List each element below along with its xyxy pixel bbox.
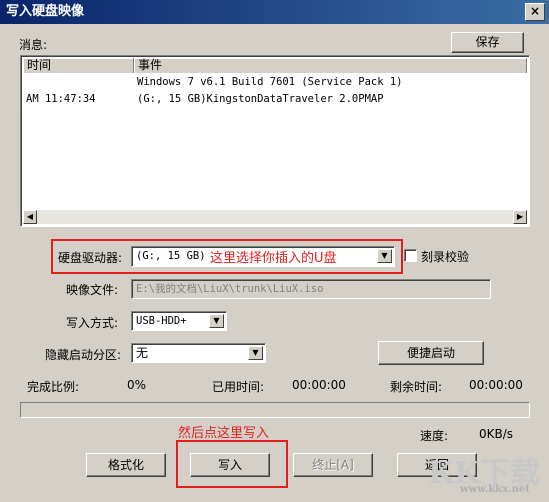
- write-mode-select[interactable]: USB-HDD+ ▼: [131, 311, 227, 331]
- chevron-down-icon[interactable]: ▼: [248, 346, 263, 360]
- log-row[interactable]: AM 11:47:34 (G:, 15 GB)KingstonDataTrave…: [23, 91, 527, 108]
- elapsed-label: 已用时间:: [212, 380, 265, 394]
- hidden-partition-value: 无: [136, 346, 149, 360]
- save-button[interactable]: 保存: [451, 32, 524, 53]
- percent-value: 0%: [127, 378, 147, 392]
- log-event: Windows 7 v6.1 Build 7601 (Service Pack …: [137, 76, 403, 88]
- horizontal-scrollbar[interactable]: ◀ ▶: [23, 210, 527, 224]
- log-event: (G:, 15 GB)KingstonDataTraveler 2.0PMAP: [137, 93, 384, 105]
- drive-label: 硬盘驱动器:: [58, 251, 123, 265]
- chevron-down-icon[interactable]: ▼: [377, 249, 392, 263]
- verify-checkbox[interactable]: [404, 249, 417, 262]
- close-icon: ×: [529, 4, 541, 18]
- write-annotation: 然后点这里写入: [178, 426, 270, 441]
- write-mode-label: 写入方式:: [66, 316, 119, 330]
- column-header-time[interactable]: 时间: [23, 58, 134, 73]
- percent-label: 完成比例:: [27, 380, 80, 394]
- log-row[interactable]: Windows 7 v6.1 Build 7601 (Service Pack …: [23, 74, 527, 91]
- drive-annotation: 这里选择你插入的U盘: [210, 251, 337, 266]
- close-button[interactable]: ×: [525, 3, 545, 21]
- speed-value: 0KB/s: [479, 427, 514, 441]
- image-file-value: E:\我的文档\LiuX\trunk\LiuX.iso: [136, 283, 324, 295]
- progress-bar: [20, 402, 530, 418]
- remaining-label: 剩余时间:: [390, 380, 443, 394]
- hidden-partition-label: 隐藏启动分区:: [45, 348, 122, 362]
- image-file-field: E:\我的文档\LiuX\trunk\LiuX.iso: [131, 279, 491, 299]
- chevron-down-icon[interactable]: ▼: [209, 314, 224, 328]
- scroll-left-icon[interactable]: ◀: [23, 210, 37, 224]
- elapsed-value: 00:00:00: [292, 378, 346, 392]
- scroll-right-icon[interactable]: ▶: [513, 210, 527, 224]
- stop-button[interactable]: 终止[A]: [293, 453, 373, 477]
- verify-label: 刻录校验: [421, 250, 470, 264]
- remaining-value: 00:00:00: [469, 378, 523, 392]
- quick-boot-button[interactable]: 便捷启动: [378, 341, 484, 365]
- title-bar: 写入硬盘映像 ×: [0, 0, 549, 24]
- image-file-label: 映像文件:: [66, 283, 119, 297]
- hidden-partition-select[interactable]: 无 ▼: [131, 343, 266, 363]
- speed-label: 速度:: [420, 429, 449, 443]
- column-header-event[interactable]: 事件: [134, 58, 527, 73]
- watermark-url: www.kkx.net: [460, 484, 530, 495]
- log-label: 消息:: [19, 38, 48, 52]
- drive-select-value: (G:, 15 GB): [136, 250, 206, 262]
- log-list-header: 时间 事件: [23, 58, 527, 73]
- format-button[interactable]: 格式化: [86, 453, 166, 477]
- log-time: AM 11:47:34: [26, 93, 96, 105]
- log-time: [23, 74, 137, 91]
- write-button[interactable]: 写入: [190, 453, 270, 477]
- write-mode-value: USB-HDD+: [136, 315, 187, 327]
- log-list[interactable]: 时间 事件 Windows 7 v6.1 Build 7601 (Service…: [20, 55, 530, 227]
- window-title: 写入硬盘映像: [6, 4, 85, 19]
